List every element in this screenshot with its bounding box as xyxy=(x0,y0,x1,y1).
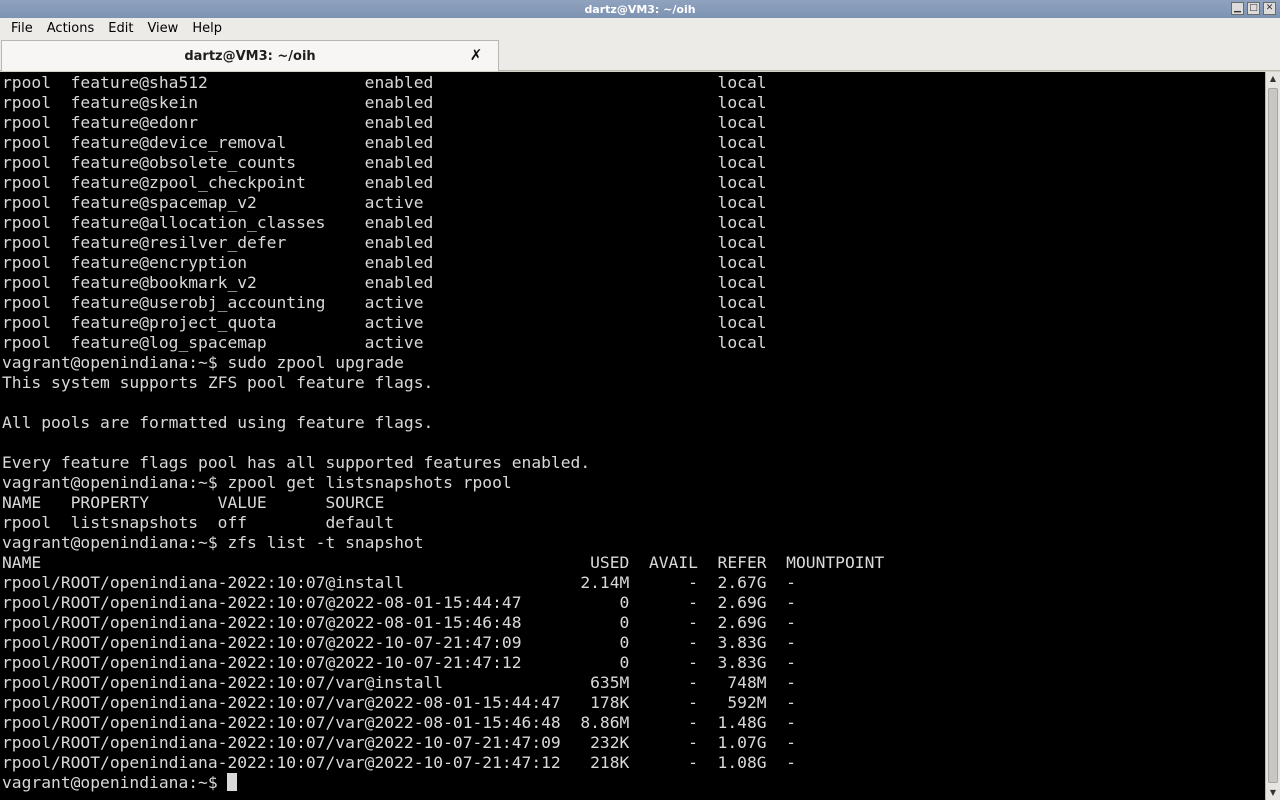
terminal-line: rpool/ROOT/openindiana-2022:10:07/var@20… xyxy=(2,733,796,752)
terminal-line: rpool/ROOT/openindiana-2022:10:07/var@20… xyxy=(2,713,796,732)
menu-file[interactable]: File xyxy=(4,18,40,39)
terminal-line: rpool feature@encryption enabled local xyxy=(2,253,767,272)
terminal-line: rpool/ROOT/openindiana-2022:10:07/var@20… xyxy=(2,693,796,712)
window-title: dartz@VM3: ~/oih xyxy=(584,2,696,16)
terminal-line: rpool/ROOT/openindiana-2022:10:07@2022-1… xyxy=(2,653,796,672)
terminal-line: rpool feature@bookmark_v2 enabled local xyxy=(2,273,767,292)
terminal-line: rpool/ROOT/openindiana-2022:10:07@2022-0… xyxy=(2,613,796,632)
menubar: File Actions Edit View Help xyxy=(0,18,1280,39)
terminal-line: rpool feature@userobj_accounting active … xyxy=(2,293,767,312)
terminal-line: vagrant@openindiana:~$ sudo zpool upgrad… xyxy=(2,353,404,372)
terminal-line: rpool/ROOT/openindiana-2022:10:07@2022-0… xyxy=(2,593,796,612)
terminal-output[interactable]: rpool feature@sha512 enabled local rpool … xyxy=(0,72,1265,800)
terminal-line: vagrant@openindiana:~$ zpool get listsna… xyxy=(2,473,512,492)
terminal-line: rpool listsnapshots off default xyxy=(2,513,395,532)
terminal-line: rpool feature@obsolete_counts enabled lo… xyxy=(2,153,767,172)
vertical-scrollbar[interactable]: ▲ ▼ xyxy=(1265,72,1280,800)
menu-edit[interactable]: Edit xyxy=(101,18,140,39)
terminal-text: rpool feature@sha512 enabled local rpool … xyxy=(2,73,884,793)
maximize-button[interactable]: □ xyxy=(1247,2,1260,15)
terminal-line: Every feature flags pool has all support… xyxy=(2,453,591,472)
terminal-line: rpool feature@device_removal enabled loc… xyxy=(2,133,767,152)
terminal-line: rpool/ROOT/openindiana-2022:10:07@2022-1… xyxy=(2,633,796,652)
terminal-line: rpool/ROOT/openindiana-2022:10:07@instal… xyxy=(2,573,796,592)
terminal-line: rpool feature@spacemap_v2 active local xyxy=(2,193,767,212)
terminal-cursor xyxy=(227,773,238,791)
terminal-line: This system supports ZFS pool feature fl… xyxy=(2,373,434,392)
terminal-tab[interactable]: dartz@VM3: ~/oih ✗ xyxy=(1,40,499,71)
terminal-prompt-line: vagrant@openindiana:~$ xyxy=(2,773,884,793)
scroll-down-icon[interactable]: ▼ xyxy=(1266,786,1280,800)
terminal-line: rpool/ROOT/openindiana-2022:10:07/var@20… xyxy=(2,753,796,772)
window-controls: ▁ □ ✕ xyxy=(1231,2,1276,15)
scroll-thumb[interactable] xyxy=(1268,88,1278,783)
terminal-line: rpool/ROOT/openindiana-2022:10:07/var@in… xyxy=(2,673,796,692)
terminal-line: NAME USED AVAIL REFER MOUNTPOINT xyxy=(2,553,885,572)
terminal-prompt: vagrant@openindiana:~$ xyxy=(2,773,228,792)
terminal-line: rpool feature@edonr enabled local xyxy=(2,113,767,132)
scroll-up-icon[interactable]: ▲ xyxy=(1266,72,1280,86)
terminal-line: rpool feature@sha512 enabled local xyxy=(2,73,767,92)
terminal-line: NAME PROPERTY VALUE SOURCE xyxy=(2,493,385,512)
minimize-button[interactable]: ▁ xyxy=(1231,2,1244,15)
terminal-line: rpool feature@allocation_classes enabled… xyxy=(2,213,767,232)
tab-close-icon[interactable]: ✗ xyxy=(468,47,484,63)
terminal-line: vagrant@openindiana:~$ zfs list -t snaps… xyxy=(2,533,424,552)
menu-help[interactable]: Help xyxy=(185,18,229,39)
menu-actions[interactable]: Actions xyxy=(40,18,102,39)
terminal-line: rpool feature@resilver_defer enabled loc… xyxy=(2,233,767,252)
menu-view[interactable]: View xyxy=(140,18,185,39)
tab-title: dartz@VM3: ~/oih xyxy=(184,48,316,64)
terminal-line: rpool feature@project_quota active local xyxy=(2,313,767,332)
window-titlebar[interactable]: dartz@VM3: ~/oih ▁ □ ✕ xyxy=(0,0,1280,18)
terminal-line: rpool feature@zpool_checkpoint enabled l… xyxy=(2,173,767,192)
tab-strip: dartz@VM3: ~/oih ✗ xyxy=(0,39,1280,71)
close-button[interactable]: ✕ xyxy=(1263,2,1276,15)
terminal-line: rpool feature@skein enabled local xyxy=(2,93,767,112)
terminal-line: rpool feature@log_spacemap active local xyxy=(2,333,767,352)
terminal-line: All pools are formatted using feature fl… xyxy=(2,413,434,432)
